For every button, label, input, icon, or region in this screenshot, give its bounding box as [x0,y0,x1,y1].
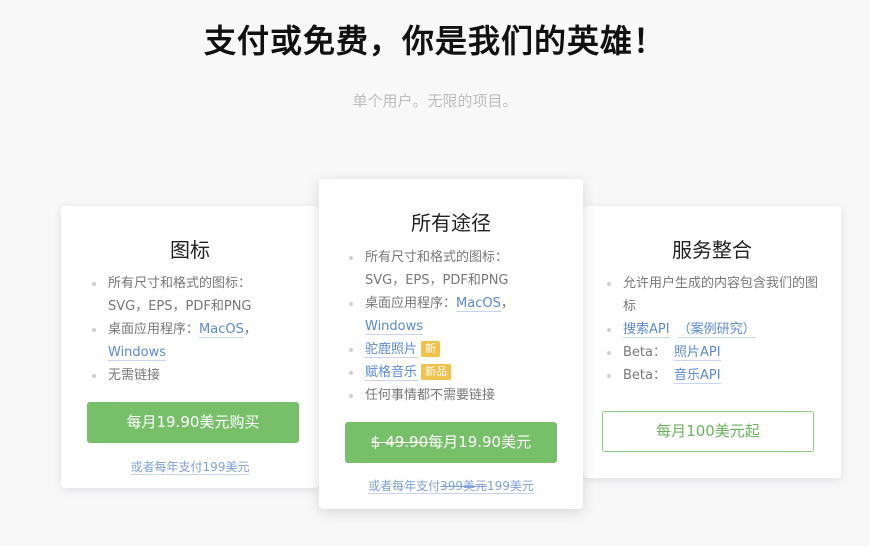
feature-text: Beta： [623,368,666,383]
feature-text: 任何事情都不需要链接 [365,388,496,403]
feature-text: 允许用户生成的内容包含我们的图标 [623,276,819,314]
feature-item: 桌面应用程序：MacOS， Windows [88,318,298,364]
feature-item: 驼鹿照片新 [345,338,565,361]
feature-item: 所有尺寸和格式的图标： SVG，EPS，PDF和PNG [345,246,565,292]
yearly-new-price[interactable]: 199美元 [487,479,534,494]
plan-card-icons: 图标 所有尺寸和格式的图标： SVG，EPS，PDF和PNG 桌面应用程序：Ma… [61,206,319,488]
yearly-old-price[interactable]: 399美元 [440,479,487,494]
music-api-link[interactable]: 音乐API [673,368,721,384]
feature-item: 允许用户生成的内容包含我们的图标 [603,272,827,318]
new-badge: 新 [421,341,441,357]
macos-link[interactable]: MacOS [456,296,501,312]
feature-text: 无需链接 [108,368,161,383]
feature-item: Beta： 照片API [603,341,827,364]
feature-item: 赋格音乐 新品 [345,361,565,384]
feature-separator: ， [243,322,257,337]
feature-item: 桌面应用程序：MacOS， Windows [345,292,565,338]
windows-link[interactable]: Windows [108,345,167,361]
feature-item: Beta： 音乐API [603,364,827,387]
plan-card-all-access: 所有途径 所有尺寸和格式的图标： SVG，EPS，PDF和PNG 桌面应用程序：… [319,179,583,509]
moose-photos-link[interactable]: 驼鹿照片 [365,342,418,358]
plan-title: 图标 [170,238,210,262]
feature-item: 所有尺寸和格式的图标： SVG，EPS，PDF和PNG [88,272,298,318]
feature-item: 搜索API （案例研究） [603,318,827,341]
feature-item: 任何事情都不需要链接 [345,384,565,407]
feature-formats: SVG，EPS，PDF和PNG [365,273,509,288]
feature-text: 桌面应用程序： [365,296,457,311]
buy-icons-button[interactable]: 每月19.90美元购买 [87,402,299,443]
feature-item: 无需链接 [88,364,298,387]
yearly-payment-link[interactable]: 或者每年支付399美元199美元 [319,477,583,494]
feature-separator: ， [500,296,514,311]
search-api-link[interactable]: 搜索API [623,322,670,338]
plan-title: 所有途径 [411,211,491,235]
plan-card-integration: 服务整合 允许用户生成的内容包含我们的图标 搜索API （案例研究） Beta： 照… [583,206,841,478]
feature-formats: SVG，EPS，PDF和PNG [108,299,252,314]
yearly-payment-text[interactable]: 或者每年支付199美元 [130,460,250,475]
integration-pricing-button[interactable]: 每月100美元起 [602,411,814,452]
windows-link[interactable]: Windows [365,319,424,335]
case-study-link[interactable]: （案例研究） [677,322,756,338]
buy-all-access-button[interactable]: $ 49.90每月19.90美元 [345,422,557,463]
macos-link[interactable]: MacOS [199,322,244,338]
feature-list: 所有尺寸和格式的图标： SVG，EPS，PDF和PNG 桌面应用程序：MacOS… [88,272,298,387]
plan-title: 服务整合 [672,238,752,262]
feature-list: 允许用户生成的内容包含我们的图标 搜索API （案例研究） Beta： 照片API … [603,272,827,387]
feature-text: 所有尺寸和格式的图标： [108,276,252,291]
feature-text: 所有尺寸和格式的图标： [365,250,509,265]
old-price: $ 49.90 [370,433,429,451]
fugue-music-link[interactable]: 赋格音乐 [365,365,418,381]
yearly-payment-link[interactable]: 或者每年支付199美元 [61,458,319,475]
page-title: 支付或免费，你是我们的英雄！ [203,22,666,60]
button-label: 每月19.90美元 [428,433,532,451]
feature-text: 桌面应用程序： [108,322,200,337]
feature-list: 所有尺寸和格式的图标： SVG，EPS，PDF和PNG 桌面应用程序：MacOS… [345,246,565,407]
yearly-payment-prefix[interactable]: 或者每年支付 [368,479,441,494]
page-subtitle: 单个用户。无限的项目。 [352,92,518,110]
photo-api-link[interactable]: 照片API [673,345,721,361]
new-product-badge: 新品 [421,364,452,380]
feature-text: Beta： [623,345,666,360]
